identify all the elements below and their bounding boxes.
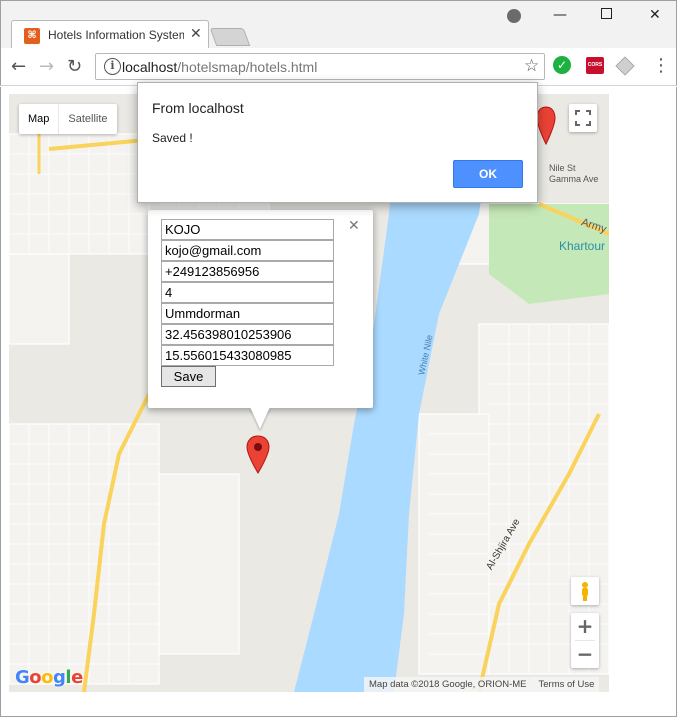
dialog-title: From localhost <box>152 100 244 116</box>
fullscreen-glyph <box>575 110 591 126</box>
map-marker-icon[interactable] <box>536 106 556 146</box>
city-field[interactable]: Ummdorman <box>161 303 334 324</box>
tab-title: Hotels Information System <box>48 28 184 42</box>
menu-icon[interactable]: ⋮ <box>652 55 670 76</box>
longitude-field[interactable]: 32.456398010253906 <box>161 324 334 345</box>
bookmark-star-icon[interactable]: ☆ <box>524 56 539 76</box>
tab-close-icon[interactable]: ✕ <box>190 26 202 42</box>
save-button[interactable]: Save <box>161 366 216 387</box>
map-marker-icon[interactable] <box>246 435 270 475</box>
back-icon[interactable]: ← <box>11 56 26 77</box>
map-info-window: ✕ KOJO kojo@gmail.com +249123856956 4 Um… <box>148 210 373 408</box>
maximize-icon[interactable] <box>601 8 612 19</box>
name-field[interactable]: KOJO <box>161 219 334 240</box>
map-type-control: Map Satellite <box>19 104 117 134</box>
checkmark-extension-icon[interactable]: ✓ <box>553 56 571 74</box>
alert-dialog: From localhost Saved ! OK <box>137 82 538 203</box>
dialog-message: Saved ! <box>152 131 193 145</box>
map-attribution: Map data ©2018 Google, ORION-ME Terms of … <box>364 677 600 692</box>
attribution-text: Map data ©2018 Google, ORION-ME <box>369 679 527 690</box>
cors-extension-icon[interactable]: CORS <box>586 57 604 74</box>
browser-toolbar: ← → ↻ i localhost/hotelsmap/hotels.html … <box>0 48 677 86</box>
info-window-tail <box>250 407 270 429</box>
fullscreen-icon[interactable] <box>569 104 597 132</box>
pegman-icon[interactable] <box>571 577 599 605</box>
terms-of-use-link[interactable]: Terms of Use <box>539 679 595 690</box>
browser-titlebar: ⌘ Hotels Information System ✕ — ✕ <box>0 0 677 50</box>
email-field[interactable]: kojo@gmail.com <box>161 240 334 261</box>
map-type-satellite-button[interactable]: Satellite <box>59 104 116 134</box>
pegman-glyph <box>582 582 588 601</box>
rating-field[interactable]: 4 <box>161 282 334 303</box>
forward-icon[interactable]: → <box>39 56 54 77</box>
reload-icon[interactable]: ↻ <box>67 56 82 77</box>
minimize-icon[interactable]: — <box>553 7 567 23</box>
url-text: localhost/hotelsmap/hotels.html <box>122 59 318 75</box>
address-bar[interactable]: i localhost/hotelsmap/hotels.html ☆ <box>95 53 545 80</box>
map-label-khartoum: Khartour <box>559 239 606 253</box>
profile-icon[interactable] <box>507 9 521 23</box>
xampp-icon: ⌘ <box>24 28 40 44</box>
ok-button[interactable]: OK <box>453 160 523 188</box>
map-label-nile-st: Nile St <box>549 163 576 173</box>
google-logo: Google <box>15 667 83 688</box>
map-label-gamma-ave: Gamma Ave <box>549 174 599 184</box>
map-type-map-button[interactable]: Map <box>19 104 60 134</box>
phone-field[interactable]: +249123856956 <box>161 261 334 282</box>
close-icon[interactable]: ✕ <box>348 218 360 234</box>
zoom-in-button[interactable]: + <box>571 613 599 640</box>
info-icon[interactable]: i <box>104 58 121 75</box>
latitude-field[interactable]: 15.556015433080985 <box>161 345 334 366</box>
new-tab-button[interactable] <box>209 28 251 46</box>
close-window-icon[interactable]: ✕ <box>649 7 661 23</box>
zoom-out-button[interactable]: − <box>571 641 599 668</box>
zoom-control: + − <box>571 613 599 668</box>
browser-tab[interactable]: ⌘ Hotels Information System ✕ <box>11 20 209 50</box>
